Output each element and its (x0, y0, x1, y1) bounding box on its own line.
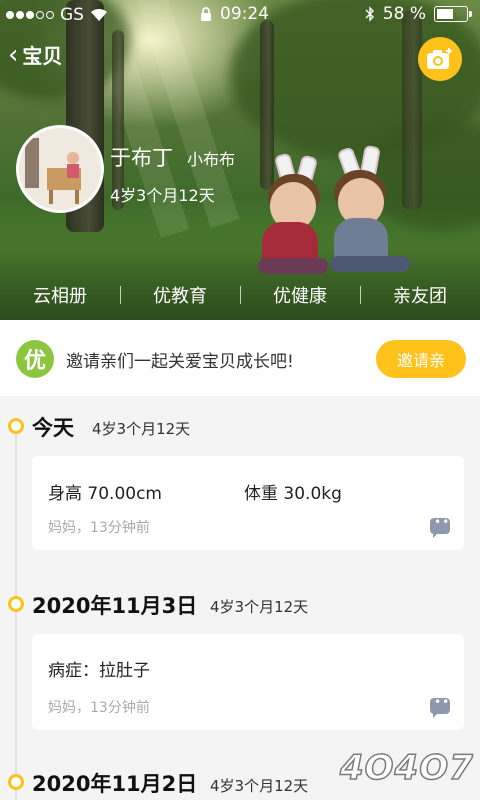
wifi-icon (90, 8, 107, 21)
you-badge-icon: 优 (16, 340, 54, 378)
timeline-date: 2020年11月2日 (32, 772, 198, 796)
nav-bar: ‹ 宝贝 (8, 40, 62, 69)
timeline-date: 2020年11月3日 (32, 594, 198, 618)
timeline-dot (8, 774, 24, 790)
symptom-record: 病症：拉肚子 (48, 661, 150, 681)
invite-banner: 优 邀请亲们一起关爱宝贝成长吧! 邀请亲 (0, 320, 480, 396)
record-card[interactable]: 病症：拉肚子 妈妈，13分钟前 (32, 634, 464, 730)
timeline-dot (8, 596, 24, 612)
baby-nickname: 小布布 (187, 150, 236, 169)
hero-banner: GS 09:24 58 % ‹ 宝贝 于布丁 小布布 4岁3个月12天 云相册 … (0, 0, 480, 320)
status-bar: GS 09:24 58 % (0, 0, 480, 30)
timeline-date: 今天 (32, 416, 74, 440)
signal-icon (6, 11, 54, 19)
back-arrow-icon[interactable]: ‹ (8, 42, 18, 68)
page-title: 宝贝 (22, 44, 63, 68)
record-meta: 妈妈，13分钟前 (48, 700, 150, 716)
camera-plus-icon (427, 48, 452, 69)
timeline-age: 4岁3个月12天 (210, 598, 309, 616)
baby-age: 4岁3个月12天 (110, 186, 215, 205)
record-meta: 妈妈，13分钟前 (48, 520, 150, 536)
invite-message: 邀请亲们一起关爱宝贝成长吧! (66, 352, 294, 372)
tab-health[interactable]: 优健康 (240, 282, 360, 308)
comment-icon[interactable] (430, 695, 450, 718)
avatar[interactable] (16, 125, 104, 213)
comment-icon[interactable] (430, 515, 450, 538)
battery-percent: 58 % (382, 4, 426, 24)
tab-family-group[interactable]: 亲友团 (360, 282, 480, 308)
battery-icon (434, 6, 472, 22)
hero-tabs: 云相册 优教育 优健康 亲友团 (0, 272, 480, 318)
baby-name: 于布丁 (110, 146, 173, 170)
camera-button[interactable] (418, 37, 462, 81)
carrier-label: GS (60, 5, 84, 25)
timeline-age: 4岁3个月12天 (210, 777, 309, 795)
timeline-age: 4岁3个月12天 (92, 420, 191, 438)
tab-cloud-album[interactable]: 云相册 (0, 282, 120, 308)
bluetooth-icon (365, 6, 374, 22)
record-card[interactable]: 身高 70.00cm 体重 30.0kg 妈妈，13分钟前 (32, 456, 464, 550)
lock-icon (201, 6, 211, 21)
height-record: 身高 70.00cm (48, 484, 162, 504)
timeline-dot (8, 418, 24, 434)
timeline-line (15, 424, 17, 800)
clock: 09:24 (220, 4, 269, 24)
weight-record: 体重 30.0kg (244, 484, 342, 504)
invite-button[interactable]: 邀请亲 (376, 340, 466, 378)
tab-education[interactable]: 优教育 (120, 282, 240, 308)
watermark-logo: 4O4O7 (339, 747, 474, 789)
profile-info: 于布丁 小布布 4岁3个月12天 (110, 142, 235, 206)
